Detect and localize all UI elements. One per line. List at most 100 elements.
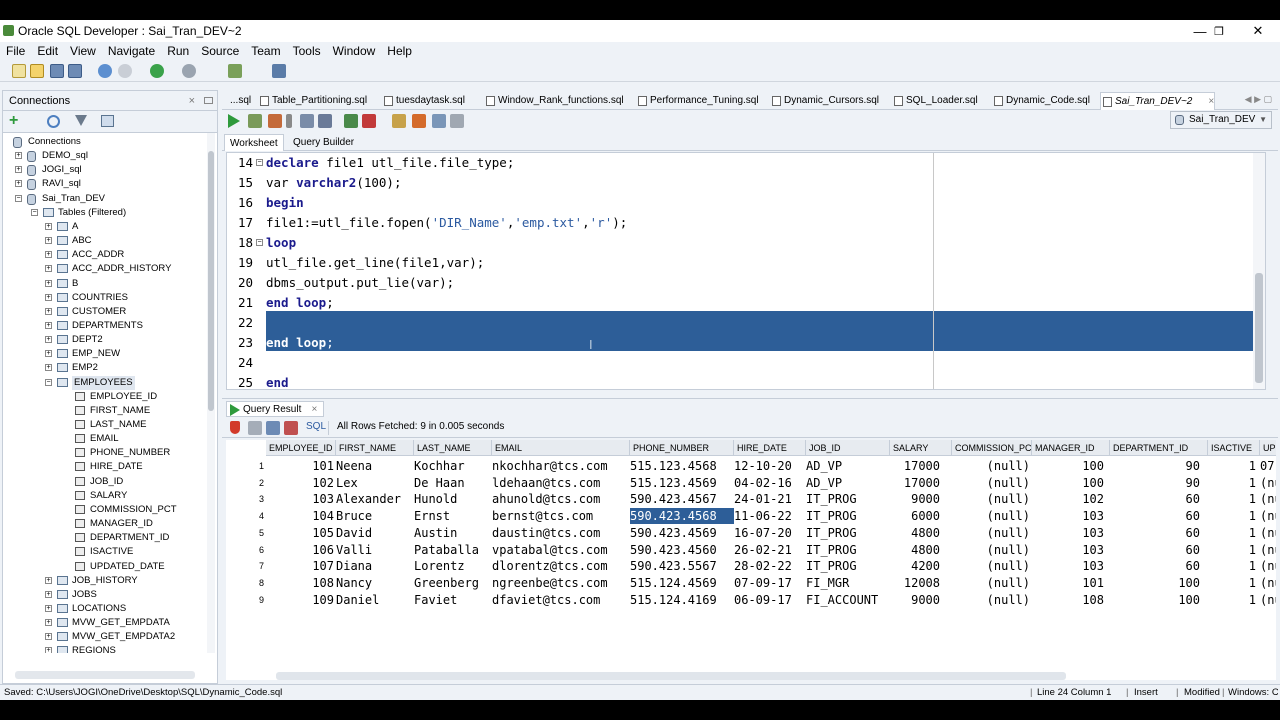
table-cell[interactable]: nkochhar@tcs.com — [492, 458, 630, 474]
editor-tab[interactable]: tuesdaytask.sql — [382, 92, 465, 110]
table-cell[interactable]: 9000 — [890, 592, 940, 608]
table-cell[interactable]: Austin — [414, 525, 492, 541]
table-cell[interactable]: daustin@tcs.com — [492, 525, 630, 541]
column-header[interactable]: UP — [1260, 440, 1276, 456]
tab-query-builder[interactable]: Query Builder — [288, 134, 359, 151]
fold-toggle-icon[interactable]: − — [256, 239, 263, 246]
table-cell[interactable]: 24-01-21 — [734, 491, 806, 507]
tree-node[interactable]: EMAIL — [90, 432, 119, 446]
restore-button[interactable]: ❐ — [1199, 20, 1239, 42]
rollback-icon[interactable] — [362, 114, 376, 128]
commit-transaction-icon[interactable] — [344, 114, 358, 128]
table-cell[interactable]: ahunold@tcs.com — [492, 491, 630, 507]
menu-team[interactable]: Team — [245, 44, 286, 58]
table-cell[interactable]: AD_VP — [806, 458, 890, 474]
table-cell[interactable]: Daniel — [336, 592, 414, 608]
menu-edit[interactable]: Edit — [31, 44, 64, 58]
tree-node[interactable]: HIRE_DATE — [90, 460, 143, 474]
code-line[interactable]: loop — [266, 233, 1265, 253]
table-cell[interactable]: Kochhar — [414, 458, 492, 474]
expand-toggle-icon[interactable]: + — [45, 576, 52, 584]
table-cell[interactable]: FI_ACCOUNT — [806, 592, 890, 608]
table-cell[interactable]: (null) — [952, 558, 1030, 574]
tab-worksheet[interactable]: Worksheet — [224, 134, 284, 151]
table-cell[interactable]: 4800 — [890, 525, 940, 541]
expand-toggle-icon[interactable]: + — [45, 647, 52, 653]
tree-node[interactable]: UPDATED_DATE — [90, 560, 165, 574]
table-cell[interactable]: 515.124.4569 — [630, 575, 734, 591]
table-cell[interactable]: 101 — [266, 458, 334, 474]
menu-tools[interactable]: Tools — [287, 44, 327, 58]
expand-toggle-icon[interactable]: + — [45, 237, 52, 245]
table-cell[interactable]: 102 — [266, 475, 334, 491]
table-cell[interactable]: bernst@tcs.com — [492, 508, 630, 524]
tree-node[interactable]: PHONE_NUMBER — [90, 446, 170, 460]
table-cell[interactable]: 108 — [1032, 592, 1104, 608]
code-line[interactable] — [266, 353, 1265, 373]
tree-node[interactable]: MANAGER_ID — [90, 517, 153, 531]
table-cell[interactable]: 4800 — [890, 542, 940, 558]
close-panel-icon[interactable]: × — [189, 91, 195, 111]
tree-node[interactable]: Connections — [28, 135, 81, 149]
table-cell[interactable]: (nu — [1260, 475, 1276, 491]
connection-selector[interactable]: Sai_Tran_DEV ▼ — [1170, 111, 1272, 129]
table-cell[interactable]: (nu — [1260, 542, 1276, 558]
table-cell[interactable]: 515.123.4569 — [630, 475, 734, 491]
tree-node[interactable]: ISACTIVE — [90, 545, 133, 559]
grid-horizontal-scrollbar[interactable] — [276, 672, 1066, 680]
expand-toggle-icon[interactable]: + — [15, 152, 22, 160]
tree-node[interactable]: DEPARTMENT_ID — [90, 531, 169, 545]
table-cell[interactable]: 515.124.4169 — [630, 592, 734, 608]
table-cell[interactable]: 102 — [1032, 491, 1104, 507]
expand-toggle-icon[interactable]: + — [45, 279, 52, 287]
table-cell[interactable]: 590.423.4568 — [630, 508, 734, 525]
table-cell[interactable]: 07-09-17 — [734, 575, 806, 591]
code-line[interactable]: declare file1 utl_file.file_type; — [266, 153, 1265, 173]
expand-toggle-icon[interactable]: − — [45, 378, 52, 386]
column-header[interactable]: ISACTIVE — [1208, 440, 1260, 456]
table-cell[interactable]: FI_MGR — [806, 575, 890, 591]
table-cell[interactable]: 100 — [1110, 575, 1200, 591]
table-cell[interactable]: 17000 — [890, 458, 940, 474]
table-cell[interactable]: 9000 — [890, 491, 940, 507]
tree-node[interactable]: ACC_ADDR_HISTORY — [72, 262, 171, 276]
column-header[interactable]: DEPARTMENT_ID — [1110, 440, 1208, 456]
table-cell[interactable]: 590.423.4569 — [630, 525, 734, 541]
table-cell[interactable]: dlorentz@tcs.com — [492, 558, 630, 574]
editor-tab[interactable]: ...sql — [226, 92, 251, 110]
expand-toggle-icon[interactable]: + — [45, 265, 52, 273]
table-cell[interactable]: (null) — [952, 525, 1030, 541]
expand-toggle-icon[interactable]: + — [45, 364, 52, 372]
tab-query-result[interactable]: Query Result × — [226, 401, 325, 417]
table-cell[interactable]: 101 — [1032, 575, 1104, 591]
table-cell[interactable]: (nu — [1260, 558, 1276, 574]
table-cell[interactable]: Alexander — [336, 491, 414, 507]
code-editor[interactable]: 14 15 16 17 18 19 20 21 22 23 24 25 declare file1 u… — [226, 152, 1266, 390]
tree-node[interactable]: LAST_NAME — [90, 418, 147, 432]
back-icon[interactable] — [150, 64, 164, 78]
sql-worksheet-icon[interactable] — [228, 64, 242, 78]
tree-node[interactable]: B — [72, 277, 78, 291]
table-cell[interactable]: 103 — [1032, 542, 1104, 558]
expand-toggle-icon[interactable]: + — [45, 307, 52, 315]
editor-tab[interactable]: SQL_Loader.sql — [892, 92, 978, 110]
table-cell[interactable]: Greenberg — [414, 575, 492, 591]
run-statement-icon[interactable] — [228, 114, 240, 128]
refresh-icon[interactable] — [47, 115, 60, 128]
table-cell[interactable]: (nu — [1260, 508, 1276, 524]
table-cell[interactable]: 6000 — [890, 508, 940, 524]
table-cell[interactable]: 1 — [1208, 592, 1256, 608]
code-line[interactable]: begin — [266, 193, 1265, 213]
table-cell[interactable]: IT_PROG — [806, 508, 890, 524]
close-window-button[interactable]: ✕ — [1238, 20, 1278, 42]
save-icon[interactable] — [50, 64, 64, 78]
table-cell[interactable]: 60 — [1110, 525, 1200, 541]
editor-tab[interactable]: Window_Rank_functions.sql — [484, 92, 624, 110]
table-cell[interactable]: 1 — [1208, 558, 1256, 574]
forward-icon[interactable] — [182, 64, 196, 78]
table-cell[interactable]: Lorentz — [414, 558, 492, 574]
column-header[interactable]: EMAIL — [492, 440, 630, 456]
table-cell[interactable]: Hunold — [414, 491, 492, 507]
table-cell[interactable]: 103 — [1032, 508, 1104, 524]
table-cell[interactable]: Nancy — [336, 575, 414, 591]
